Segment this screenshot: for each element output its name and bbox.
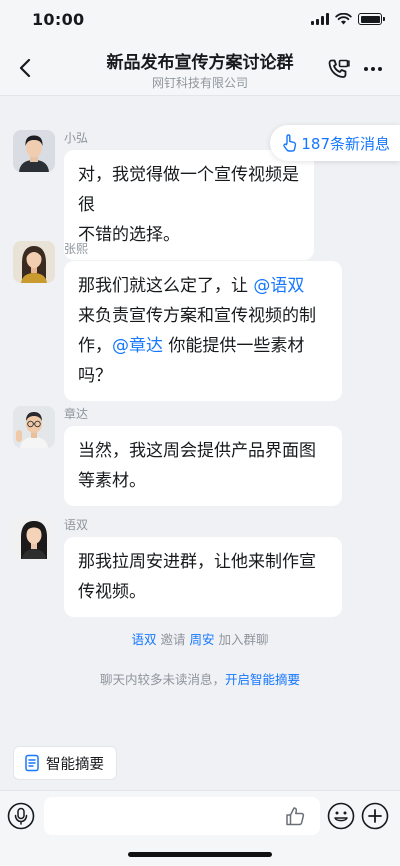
signal-icon xyxy=(311,13,329,25)
message-text: 吗？ xyxy=(78,366,112,386)
chat-title-group[interactable]: 新品发布宣传方案讨论群 网钉科技有限公司 xyxy=(60,52,340,91)
message-text: 那我们就这么定了，让 xyxy=(78,276,254,296)
phone-call-icon[interactable] xyxy=(326,57,350,81)
invite-suffix: 加入群聊 xyxy=(214,632,269,647)
new-messages-button[interactable]: 187条新消息 xyxy=(270,125,400,161)
message-text: 等素材。 xyxy=(78,471,146,491)
mention-link[interactable]: @章达 xyxy=(112,336,163,356)
summary-hint-text: 聊天内较多未读消息， xyxy=(99,672,225,687)
plus-icon[interactable] xyxy=(360,801,390,831)
message-text: 传视频。 xyxy=(78,582,146,602)
hand-pointer-icon xyxy=(283,134,297,152)
status-icons xyxy=(311,13,385,25)
invite-verb: 邀请 xyxy=(156,632,190,647)
smart-summary-label: 智能摘要 xyxy=(46,756,104,773)
microphone-icon[interactable] xyxy=(6,801,36,831)
message-text: 对，我觉得做一个宣传视频是很 xyxy=(78,165,299,215)
message-bubble[interactable]: 对，我觉得做一个宣传视频是很 不错的选择。 xyxy=(64,150,314,260)
chevron-left-icon[interactable] xyxy=(14,56,38,80)
avatar[interactable] xyxy=(13,130,55,172)
message-text: 当然，我这周会提供产品界面图 xyxy=(78,441,316,461)
more-dots-icon[interactable] xyxy=(362,57,384,81)
status-bar: 10:00 xyxy=(0,0,400,42)
invitee-name[interactable]: 周安 xyxy=(189,632,214,647)
smart-summary-button[interactable]: 智能摘要 xyxy=(13,746,117,780)
message-bubble[interactable]: 当然，我这周会提供产品界面图 等素材。 xyxy=(64,426,342,506)
sender-name: 张熙 xyxy=(64,242,89,256)
message-line: 作，@章达 你能提供一些素材 xyxy=(78,331,328,361)
sender-name: 章达 xyxy=(64,407,89,421)
message-text: 那我拉周安进群，让他来制作宣 xyxy=(78,552,316,572)
sender-name: 小弘 xyxy=(64,131,89,145)
message-input-bar xyxy=(0,790,400,866)
message-text: 你能提供一些素材 xyxy=(163,336,305,356)
avatar[interactable] xyxy=(13,517,55,559)
system-summary-hint: 聊天内较多未读消息，开启智能摘要 xyxy=(0,669,400,688)
home-indicator xyxy=(128,852,272,857)
avatar[interactable] xyxy=(13,241,55,283)
message-bubble[interactable]: 那我们就这么定了，让 @语双 来负责宣传方案和宣传视频的制 作，@章达 你能提供… xyxy=(64,261,342,401)
inviter-name[interactable]: 语双 xyxy=(132,632,157,647)
chat-title: 新品发布宣传方案讨论群 xyxy=(106,53,294,73)
status-time: 10:00 xyxy=(32,10,85,29)
thumbs-up-icon[interactable] xyxy=(284,805,306,827)
chat-header: 新品发布宣传方案讨论群 网钉科技有限公司 xyxy=(0,42,400,96)
new-messages-label: 187条新消息 xyxy=(301,134,390,153)
avatar[interactable] xyxy=(13,406,55,448)
message-input[interactable] xyxy=(44,797,320,835)
message-text: 不错的选择。 xyxy=(78,225,180,245)
system-invite-notice: 语双 邀请 周安 加入群聊 xyxy=(0,629,400,648)
emoji-icon[interactable] xyxy=(326,801,356,831)
message-text: 来负责宣传方案和宣传视频的制 xyxy=(78,306,316,326)
message-line: 那我们就这么定了，让 @语双 xyxy=(78,271,328,301)
battery-icon xyxy=(358,13,385,25)
chat-subtitle: 网钉科技有限公司 xyxy=(151,76,248,90)
message-bubble[interactable]: 那我拉周安进群，让他来制作宣 传视频。 xyxy=(64,537,342,617)
wifi-icon xyxy=(335,13,352,25)
mention-link[interactable]: @语双 xyxy=(253,276,304,296)
enable-summary-link[interactable]: 开启智能摘要 xyxy=(225,672,300,687)
document-icon xyxy=(25,754,39,772)
message-text: 作， xyxy=(78,336,112,356)
sender-name: 语双 xyxy=(64,518,89,532)
